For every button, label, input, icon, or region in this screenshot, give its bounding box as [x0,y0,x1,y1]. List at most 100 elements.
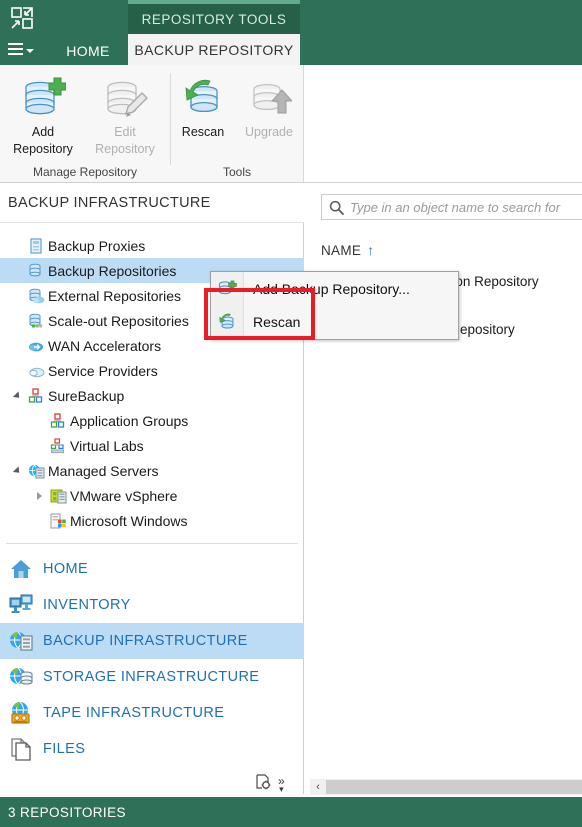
nav-item-label: FILES [43,741,86,757]
files-icon [8,736,34,762]
tree-item-label: Managed Servers [48,462,159,479]
upgrade-label: Upgrade [245,125,293,139]
nav-item-home[interactable]: HOME [0,551,304,587]
ribbon-empty-area [304,65,582,183]
add-repository-icon [20,73,66,123]
rescan-icon [180,73,226,123]
surebackup-icon [26,387,48,405]
ribbon-group-tools-title: Tools [222,165,251,179]
tree-item-microsoft-windows[interactable]: Microsoft Windows [0,508,304,533]
veeam-backup-console-window: REPOSITORY TOOLS HOME BACKUP REPOSITORY [0,0,582,827]
ribbon-body: Add Repository Edit Repository Manage Re… [0,65,582,183]
tree-item-application-groups[interactable]: Application Groups [0,408,304,433]
edit-repository-button[interactable]: Edit Repository [86,73,164,161]
ribbon-group-manage-repository: Add Repository Edit Repository Manage Re… [0,67,170,181]
page-title: BACKUP INFRASTRUCTURE [0,183,304,223]
tab-backup-repository[interactable]: BACKUP REPOSITORY [128,34,300,65]
tree-item-label: WAN Accelerators [48,337,162,354]
virtual-lab-icon [48,437,70,455]
horizontal-scrollbar[interactable]: ‹ [310,779,582,795]
scrollbar-thumb[interactable] [326,780,582,794]
rescan-button[interactable]: Rescan [169,73,237,161]
nav-item-tape-infrastructure[interactable]: TAPE INFRASTRUCTURE [0,695,304,731]
inventory-icon [8,592,34,618]
tree-item-backup-proxies[interactable]: Backup Proxies [0,233,304,258]
service-provider-icon [26,362,48,380]
tree-item-label: Scale-out Repositories [48,312,189,329]
context-menu-item-add-backup-repository[interactable]: Add Backup Repository... [211,272,458,305]
upgrade-button[interactable]: Upgrade [233,73,305,161]
tree-item-label: Backup Proxies [48,237,146,254]
tree-item-label: Service Providers [48,362,158,379]
tree-item-surebackup[interactable]: SureBackup [0,383,304,408]
vmware-vsphere-icon [48,487,70,505]
microsoft-windows-icon [48,512,70,530]
column-header-name[interactable]: NAME ↑ [321,239,582,261]
status-bar-text: 3 REPOSITORIES [8,804,126,820]
wan-accelerator-icon [26,337,48,355]
storage-infrastructure-icon [8,664,34,690]
tree-item-label: Virtual Labs [70,437,144,454]
context-menu-item-rescan-label: Rescan [253,313,301,330]
tree-item-vmware-vsphere[interactable]: VMware vSphere [0,483,304,508]
tree-item-managed-servers[interactable]: Managed Servers [0,458,304,483]
tree-item-virtual-labs[interactable]: Virtual Labs [0,433,304,458]
scroll-left-button[interactable]: ‹ [310,779,326,795]
ribbon-group-manage-repository-title: Manage Repository [32,165,138,179]
expander-closed-icon[interactable] [30,491,48,500]
ribbon-group-tools: Rescan Upgrade Tools [171,67,303,181]
contextual-group-label: REPOSITORY TOOLS [128,4,300,34]
tree-item-label: Application Groups [70,412,189,429]
table-row-name: epository [460,321,515,337]
navigation-pane: HOME INVENTORY BACKUP INFRASTRUCTURE STO… [0,551,304,794]
tree-item-label: Backup Repositories [48,262,177,279]
search-input[interactable]: Type in an object name to search for [350,200,560,215]
nav-item-label: BACKUP INFRASTRUCTURE [43,633,248,649]
add-repository-button[interactable]: Add Repository [4,73,82,161]
add-repository-label-line1: Add [31,125,55,139]
chevron-down-small-icon: ▾ [279,784,284,794]
nav-item-label: HOME [43,561,89,577]
expander-open-icon[interactable] [8,390,26,401]
upgrade-icon [246,73,292,123]
scaleout-repository-icon [26,312,48,330]
add-repository-icon [211,280,243,298]
context-menu-item-rescan[interactable]: Rescan [211,305,458,338]
context-menu: Add Backup Repository... Rescan [210,271,459,340]
managed-server-icon [26,462,48,480]
collapse-arrows-icon[interactable] [8,4,36,32]
external-repository-icon [26,287,48,305]
tree-item-label: VMware vSphere [70,487,178,504]
expander-open-icon[interactable] [8,465,26,476]
rescan-icon [211,313,243,331]
home-icon [8,556,34,582]
add-repository-label-line2: Repository [13,142,73,156]
backup-proxy-icon [26,237,48,255]
tree-item-label: Microsoft Windows [70,512,188,529]
edit-repository-label-line1: Edit [114,125,136,139]
rescan-label: Rescan [181,125,225,139]
status-bar: 3 REPOSITORIES [0,797,582,827]
edit-repository-icon [102,73,148,123]
navigation-tools: » ▾ [255,774,305,796]
tab-home[interactable]: HOME [48,36,128,65]
configure-navigation-icon[interactable] [255,774,272,796]
nav-item-label: TAPE INFRASTRUCTURE [43,705,225,721]
nav-item-label: INVENTORY [43,597,131,613]
more-chevrons-icon[interactable]: » ▾ [278,775,285,794]
sort-ascending-icon: ↑ [367,242,375,258]
nav-item-storage-infrastructure[interactable]: STORAGE INFRASTRUCTURE [0,659,304,695]
search-icon [322,200,350,215]
tree-item-service-providers[interactable]: Service Providers [0,358,304,383]
backup-repository-icon [26,262,48,280]
application-group-icon [48,412,70,430]
hamburger-menu-icon[interactable] [8,40,38,58]
nav-item-files[interactable]: FILES [0,731,304,767]
tape-infrastructure-icon [8,700,34,726]
search-box[interactable]: Type in an object name to search for [321,194,582,220]
nav-item-inventory[interactable]: INVENTORY [0,587,304,623]
nav-item-backup-infrastructure[interactable]: BACKUP INFRASTRUCTURE [0,623,304,659]
tree-item-label: External Repositories [48,287,182,304]
ribbon-panel: Add Repository Edit Repository Manage Re… [0,65,304,183]
ribbon-header: REPOSITORY TOOLS HOME BACKUP REPOSITORY [0,0,582,65]
